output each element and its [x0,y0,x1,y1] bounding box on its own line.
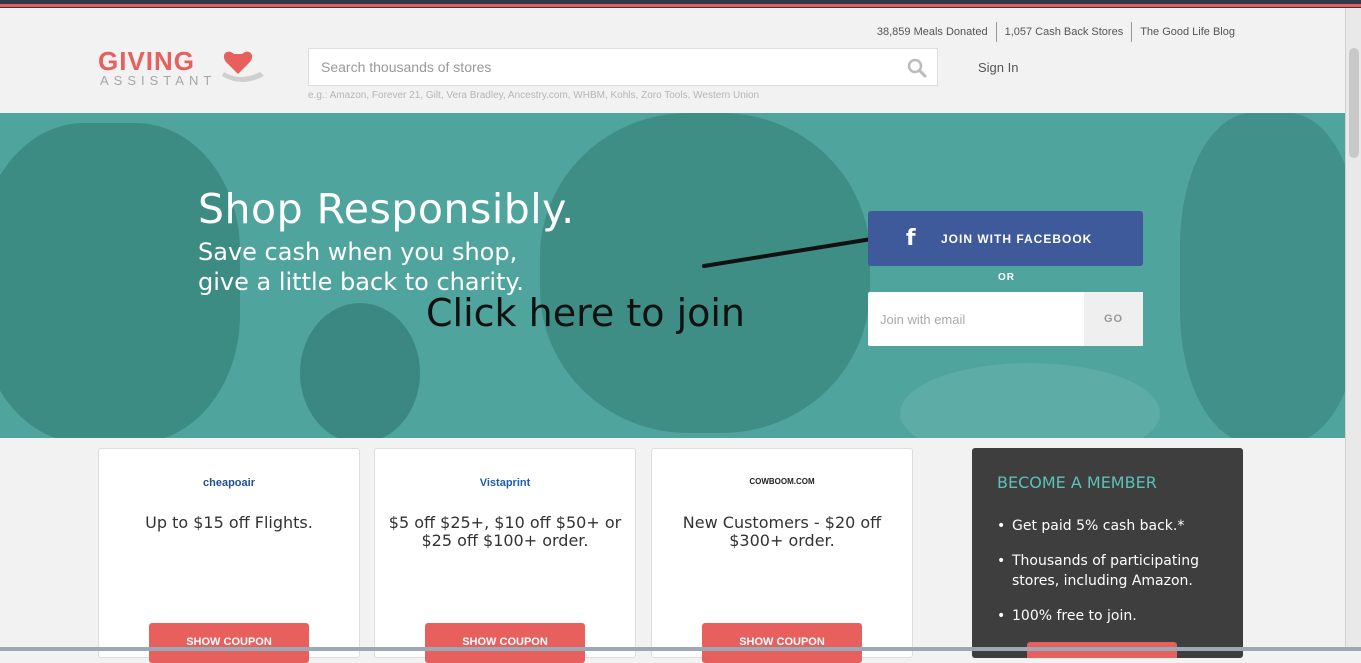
email-join-form: GO [868,292,1143,346]
search-icon[interactable] [907,58,927,78]
coupon-card: Vistaprint $5 off $25+, $10 off $50+ or … [374,448,636,663]
coupon-card: cheapoair Up to $15 off Flights. SHOW CO… [98,448,360,663]
brand-logo-cowboom: COWBOOM.COM [749,477,815,486]
benefit-item: Thousands of participating stores, inclu… [997,551,1227,591]
annotation-text: Click here to join [426,291,746,335]
email-input[interactable] [868,292,1084,346]
benefit-item: Get paid 5% cash back.* [997,516,1227,536]
member-panel-title: BECOME A MEMBER [997,473,1157,492]
hero-title: Shop Responsibly. [198,185,575,233]
hero-subtitle: Save cash when you shop, give a little b… [198,237,524,297]
giving-assistant-logo[interactable]: GIVING ASSISTANT [98,46,268,96]
brand-logo-cheapoair: cheapoair [203,477,255,489]
benefit-item: 100% free to join. [997,606,1227,626]
top-accent-bar [0,0,1361,8]
cash-back-stores-link[interactable]: 1,057 Cash Back Stores [997,22,1133,42]
meals-donated-link[interactable]: 38,859 Meals Donated [869,22,997,42]
coupon-offer-text: $5 off $25+, $10 off $50+ or $25 off $10… [388,513,622,550]
hero-photo-shape [1180,113,1345,438]
facebook-button-label: JOIN WITH FACEBOOK [941,232,1093,246]
coupon-card: COWBOOM.COM New Customers - $20 off $300… [651,448,913,663]
page-scrollbar[interactable] [1345,8,1361,651]
site-header: GIVING ASSISTANT 38,859 Meals Donated 1,… [0,8,1345,113]
hero-photo-shape [900,363,1160,438]
hero-banner: Shop Responsibly. Save cash when you sho… [0,113,1345,438]
coupon-offer-text: New Customers - $20 off $300+ order. [682,513,882,550]
brand-logo-vistaprint: Vistaprint [479,477,531,489]
search-examples: e.g.: Amazon, Forever 21, Gilt, Vera Bra… [308,90,760,101]
os-taskbar-edge [0,647,1361,651]
search-input[interactable] [309,49,889,85]
sign-in-link[interactable]: Sign In [978,60,1018,75]
scrollbar-thumb[interactable] [1349,48,1359,158]
facebook-icon: f [906,226,917,251]
coupon-offer-text: Up to $15 off Flights. [145,513,313,532]
go-button[interactable]: GO [1084,292,1143,346]
member-benefits-list: Get paid 5% cash back.* Thousands of par… [997,516,1227,641]
hero-subtitle-line: Save cash when you shop, [198,238,518,266]
show-coupon-button[interactable]: SHOW COUPON [702,623,862,663]
show-coupon-button[interactable]: SHOW COUPON [149,623,309,663]
blog-link[interactable]: The Good Life Blog [1132,22,1243,42]
show-coupon-button[interactable]: SHOW COUPON [425,623,585,663]
store-search [308,48,938,86]
or-divider: OR [998,272,1015,283]
heart-hand-icon [222,51,264,82]
hero-photo-shape [300,303,420,438]
hero-photo-shape [540,113,870,433]
logo-word-assistant: ASSISTANT [100,73,217,88]
join-with-facebook-button[interactable]: f JOIN WITH FACEBOOK [868,211,1143,266]
annotation-arrow [702,235,886,268]
top-links: 38,859 Meals Donated 1,057 Cash Back Sto… [869,22,1243,42]
become-a-member-panel: BECOME A MEMBER Get paid 5% cash back.* … [972,448,1243,658]
